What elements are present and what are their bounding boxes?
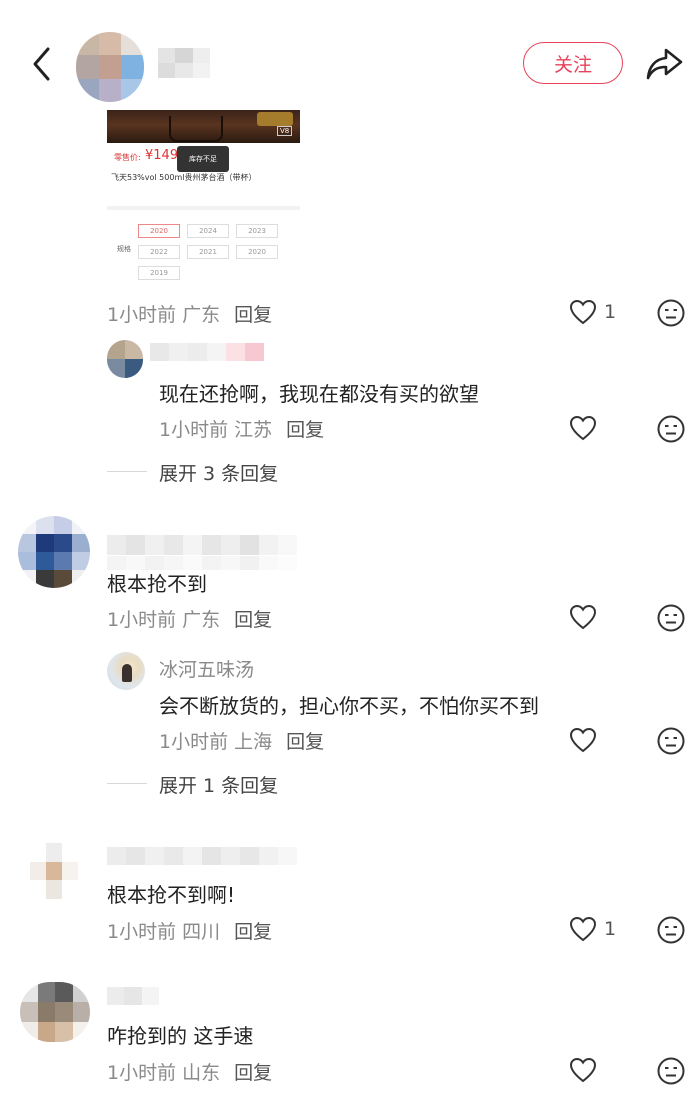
reply-button[interactable]: 回复 xyxy=(234,921,272,943)
comment-meta: 1小时前 四川 回复 xyxy=(107,917,272,944)
spec-area: 规格 2020 2024 2023 2022 2021 2020 2019 xyxy=(107,206,300,286)
heart-icon xyxy=(569,916,597,942)
comment-meta: 1小时前 广东 回复 xyxy=(107,300,272,327)
product-title: 飞天53%vol 500ml贵州茅台酒（带杯） xyxy=(111,173,257,182)
avatar[interactable] xyxy=(107,652,145,690)
like-button[interactable] xyxy=(569,299,597,329)
reply-button[interactable]: 回复 xyxy=(234,609,272,631)
like-button[interactable] xyxy=(569,604,597,634)
divider xyxy=(107,783,147,784)
divider xyxy=(107,471,147,472)
neutral-face-icon xyxy=(657,727,685,755)
emoji-button[interactable] xyxy=(656,414,686,448)
neutral-face-icon xyxy=(657,604,685,632)
spec-option[interactable]: 2022 xyxy=(138,245,180,259)
like-button[interactable] xyxy=(569,1057,597,1087)
comment-meta: 1小时前 上海 回复 xyxy=(159,727,324,754)
spec-option[interactable]: 2020 xyxy=(236,245,278,259)
price-label: 零售价: xyxy=(114,153,141,162)
avatar[interactable] xyxy=(20,982,90,1042)
emoji-button[interactable] xyxy=(656,1056,686,1090)
username xyxy=(107,847,297,865)
stock-toast: 库存不足 xyxy=(177,146,229,172)
heart-icon xyxy=(569,727,597,753)
emoji-button[interactable] xyxy=(656,915,686,949)
like-button[interactable] xyxy=(569,415,597,445)
spec-option[interactable]: 2021 xyxy=(187,245,229,259)
comment-image[interactable]: V8 零售价: ¥149 库存不足 飞天53%vol 500ml贵州茅台酒（带杯… xyxy=(107,110,300,286)
avatar[interactable] xyxy=(107,340,143,378)
avatar[interactable] xyxy=(30,843,78,899)
image-badge: V8 xyxy=(277,126,293,136)
time-location: 1小时前 上海 xyxy=(159,731,273,753)
emoji-button[interactable] xyxy=(656,298,686,332)
reply-button[interactable]: 回复 xyxy=(234,1062,272,1084)
username xyxy=(107,987,159,1005)
time-location: 1小时前 四川 xyxy=(107,921,221,943)
neutral-face-icon xyxy=(657,415,685,443)
price: ¥149 xyxy=(145,148,179,163)
time-location: 1小时前 江苏 xyxy=(159,419,273,441)
product-photo: V8 xyxy=(107,110,300,143)
heart-icon xyxy=(569,604,597,630)
emoji-button[interactable] xyxy=(656,726,686,760)
heart-icon xyxy=(569,299,597,325)
spec-option[interactable]: 2019 xyxy=(138,266,180,280)
like-count: 1 xyxy=(604,301,617,323)
username xyxy=(107,535,297,555)
comment-text: 会不断放货的，担心你不买，不怕你买不到 xyxy=(159,694,539,718)
avatar[interactable] xyxy=(18,516,90,588)
comment-text: 根本抢不到 xyxy=(107,572,207,596)
spec-label: 规格 xyxy=(117,245,131,253)
share-button[interactable] xyxy=(644,46,684,82)
expand-replies-button[interactable]: 展开 3 条回复 xyxy=(159,459,278,486)
spec-option[interactable]: 2023 xyxy=(236,224,278,238)
username xyxy=(158,48,210,78)
neutral-face-icon xyxy=(657,916,685,944)
spec-option[interactable]: 2020 xyxy=(138,224,180,238)
comment-meta: 1小时前 江苏 回复 xyxy=(159,415,324,442)
chevron-left-icon xyxy=(33,47,50,81)
follow-button[interactable]: 关注 xyxy=(523,42,623,84)
neutral-face-icon xyxy=(657,299,685,327)
heart-icon xyxy=(569,415,597,441)
comment-text: 咋抢到的 这手速 xyxy=(107,1024,254,1048)
back-button[interactable] xyxy=(28,46,58,82)
comment-text: 现在还抢啊，我现在都没有买的欲望 xyxy=(159,382,479,406)
like-count: 1 xyxy=(604,918,617,940)
time-location: 1小时前 广东 xyxy=(107,304,221,326)
reply-button[interactable]: 回复 xyxy=(286,419,324,441)
share-icon xyxy=(646,48,683,80)
like-button[interactable] xyxy=(569,727,597,757)
emoji-button[interactable] xyxy=(656,603,686,637)
comment-meta: 1小时前 山东 回复 xyxy=(107,1058,272,1085)
expand-replies-button[interactable]: 展开 1 条回复 xyxy=(159,771,278,798)
time-location: 1小时前 广东 xyxy=(107,609,221,631)
avatar[interactable] xyxy=(76,32,144,102)
time-location: 1小时前 山东 xyxy=(107,1062,221,1084)
reply-button[interactable]: 回复 xyxy=(286,731,324,753)
like-button[interactable] xyxy=(569,916,597,946)
spec-option[interactable]: 2024 xyxy=(187,224,229,238)
username xyxy=(150,343,264,361)
comment-text: 根本抢不到啊! xyxy=(107,883,236,907)
commenter-name[interactable]: 冰河五味汤 xyxy=(159,655,254,682)
neutral-face-icon xyxy=(657,1057,685,1085)
reply-button[interactable]: 回复 xyxy=(234,304,272,326)
heart-icon xyxy=(569,1057,597,1083)
comment-meta: 1小时前 广东 回复 xyxy=(107,605,272,632)
